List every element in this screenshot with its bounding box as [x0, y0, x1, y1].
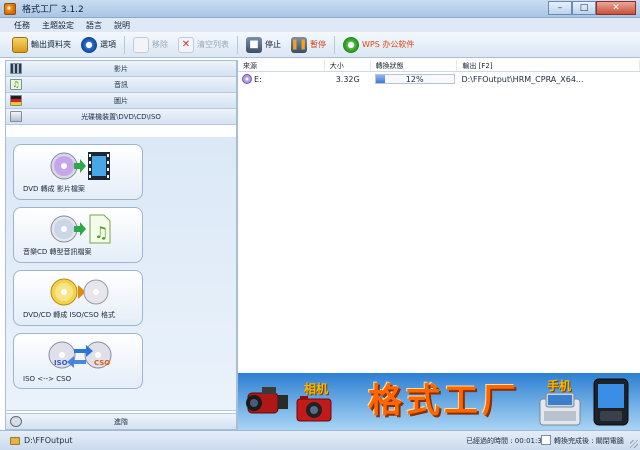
output-folder-label: 輸出資料夾: [31, 40, 71, 49]
category-advanced-label: 進階: [114, 417, 128, 426]
pause-icon: ❚❚: [291, 36, 307, 53]
remove-label: 移除: [152, 40, 168, 49]
table-row[interactable]: E: 3.32G 12% D:\FFOutput\HRM_CPRA_X64...: [238, 72, 640, 86]
elapsed-time: 已經過的時間 : 00:01:31: [466, 437, 547, 445]
wps-office-button[interactable]: WPS 办公软件: [341, 35, 416, 55]
rom-functions-area: DVD 轉成 影片檔案 ♫ 音樂CD 轉型音訊檔案 DVD/CD 轉成 ISO/…: [6, 137, 236, 411]
category-audio-label: 音訊: [114, 80, 128, 89]
stop-label: 停止: [265, 40, 281, 49]
cd-to-audio-label: 音樂CD 轉型音訊檔案: [23, 248, 92, 256]
camcorder-icon: [246, 387, 288, 414]
iso-tag: ISO: [54, 359, 68, 367]
dvd-to-video-label: DVD 轉成 影片檔案: [23, 185, 85, 193]
stop-button[interactable]: ■ 停止: [244, 35, 283, 55]
delete-x-icon: ✕: [178, 36, 194, 53]
column-output[interactable]: 輸出 [F2]: [457, 60, 640, 71]
progress-text: 12%: [405, 75, 424, 84]
toolbar: 輸出資料夾 選項 移除 ✕ 清空列表 ■ 停止 ❚❚ 暫停 WPS 办公软件: [0, 32, 640, 58]
slider-phone-icon: [539, 392, 581, 426]
status-bar: D:\FFOutput 已經過的時間 : 00:01:31 轉換完成後 : 關閉…: [0, 430, 640, 450]
resize-grip-icon[interactable]: [630, 440, 638, 448]
progress-bar: 12%: [374, 74, 455, 84]
task-list: 來源 大小 轉換狀態 輸出 [F2] E: 3.32G 12% D:\FFOut…: [237, 60, 640, 373]
close-button[interactable]: ✕: [596, 1, 636, 15]
row-size: 3.32G: [335, 74, 360, 84]
toolbar-separator: [237, 35, 238, 54]
output-folder-button[interactable]: 輸出資料夾: [10, 35, 73, 55]
folder-icon: [10, 436, 20, 445]
picture-icon: [10, 95, 22, 106]
category-rom-device[interactable]: 光碟機裝置\DVD\CD\ISO: [6, 109, 236, 125]
promo-banner[interactable]: 相机 格式工厂 手机: [237, 373, 640, 430]
after-done-label: 轉換完成後 : 關閉電腦: [554, 437, 624, 445]
stop-icon: ■: [246, 36, 262, 53]
category-audio[interactable]: ♫ 音訊: [6, 77, 236, 93]
column-status[interactable]: 轉換狀態: [371, 60, 458, 71]
menu-bar: 任務 主題設定 語言 說明: [0, 18, 640, 32]
row-status-cell: 12%: [371, 72, 458, 86]
remove-button[interactable]: 移除: [131, 35, 170, 55]
menu-language[interactable]: 語言: [86, 20, 102, 31]
iso-cso-label: ISO <--> CSO: [23, 375, 72, 383]
toolbar-separator: [124, 35, 125, 54]
camera-label: 相机: [304, 382, 329, 396]
brand-text: 格式工厂: [368, 381, 520, 421]
wps-logo-icon: [343, 36, 359, 53]
gear-icon: [81, 36, 97, 53]
category-video[interactable]: 影片: [6, 61, 236, 77]
svg-text:♫: ♫: [94, 223, 108, 242]
folder-icon: [12, 36, 28, 53]
dvd-cd-to-iso-label: DVD/CD 轉成 ISO/CSO 格式: [23, 311, 115, 319]
window-controls: – □ ✕: [548, 1, 636, 15]
digital-camera-icon: [296, 396, 332, 422]
dvd-disc-icon: [242, 74, 252, 84]
music-note-icon: ♫: [10, 79, 22, 90]
pause-label: 暫停: [310, 40, 326, 49]
options-label: 選項: [100, 40, 116, 49]
row-output: D:\FFOutput\HRM_CPRA_X64...: [461, 74, 584, 84]
iso-cso-convert-button[interactable]: ISO CSO ISO <--> CSO: [13, 333, 143, 389]
dvd-to-iso-icon: [50, 278, 109, 306]
row-source: E:: [254, 74, 262, 84]
category-rom-label: 光碟機裝置\DVD\CD\ISO: [81, 112, 161, 121]
menu-skin[interactable]: 主題設定: [42, 20, 74, 31]
category-image[interactable]: 圖片: [6, 93, 236, 109]
pda-phone-icon: [593, 378, 629, 426]
category-advanced[interactable]: 進階: [6, 413, 236, 429]
maximize-button[interactable]: □: [572, 1, 596, 15]
output-path[interactable]: D:\FFOutput: [24, 436, 73, 445]
options-button[interactable]: 選項: [79, 35, 118, 55]
pause-button[interactable]: ❚❚ 暫停: [289, 35, 328, 55]
left-panel: 影片 ♫ 音訊 圖片 光碟機裝置\DVD\CD\ISO DVD 轉成 影片檔案: [5, 60, 237, 430]
task-list-header: 來源 大小 轉換狀態 輸出 [F2]: [238, 60, 640, 72]
menu-task[interactable]: 任務: [14, 20, 30, 31]
wps-label: WPS 办公软件: [362, 40, 415, 49]
dvd-to-video-icon: [50, 152, 110, 180]
dvd-to-video-button[interactable]: DVD 轉成 影片檔案: [13, 144, 143, 200]
cd-to-audio-button[interactable]: ♫ 音樂CD 轉型音訊檔案: [13, 207, 143, 263]
cso-tag: CSO: [94, 359, 111, 367]
column-source[interactable]: 來源: [238, 60, 325, 71]
category-image-label: 圖片: [114, 96, 128, 105]
film-icon: [10, 63, 22, 74]
gear-icon: [10, 416, 22, 427]
document-icon: [133, 36, 149, 53]
format-factory-app-icon: [4, 2, 16, 15]
disc-drive-icon: [10, 111, 22, 122]
category-video-label: 影片: [114, 64, 128, 73]
toolbar-separator: [334, 35, 335, 54]
window-title: 格式工厂 3.1.2: [22, 5, 84, 15]
row-source-cell: E:: [238, 72, 325, 86]
clear-list-button[interactable]: ✕ 清空列表: [176, 35, 231, 55]
shutdown-after-checkbox[interactable]: [541, 435, 551, 445]
dvd-cd-to-iso-button[interactable]: DVD/CD 轉成 ISO/CSO 格式: [13, 270, 143, 326]
clear-list-label: 清空列表: [197, 40, 229, 49]
cd-to-audio-icon: ♫: [50, 214, 111, 244]
minimize-button[interactable]: –: [548, 1, 572, 15]
title-bar: 格式工厂 3.1.2 – □ ✕: [0, 0, 640, 18]
column-size[interactable]: 大小: [325, 60, 371, 71]
menu-help[interactable]: 說明: [114, 20, 130, 31]
